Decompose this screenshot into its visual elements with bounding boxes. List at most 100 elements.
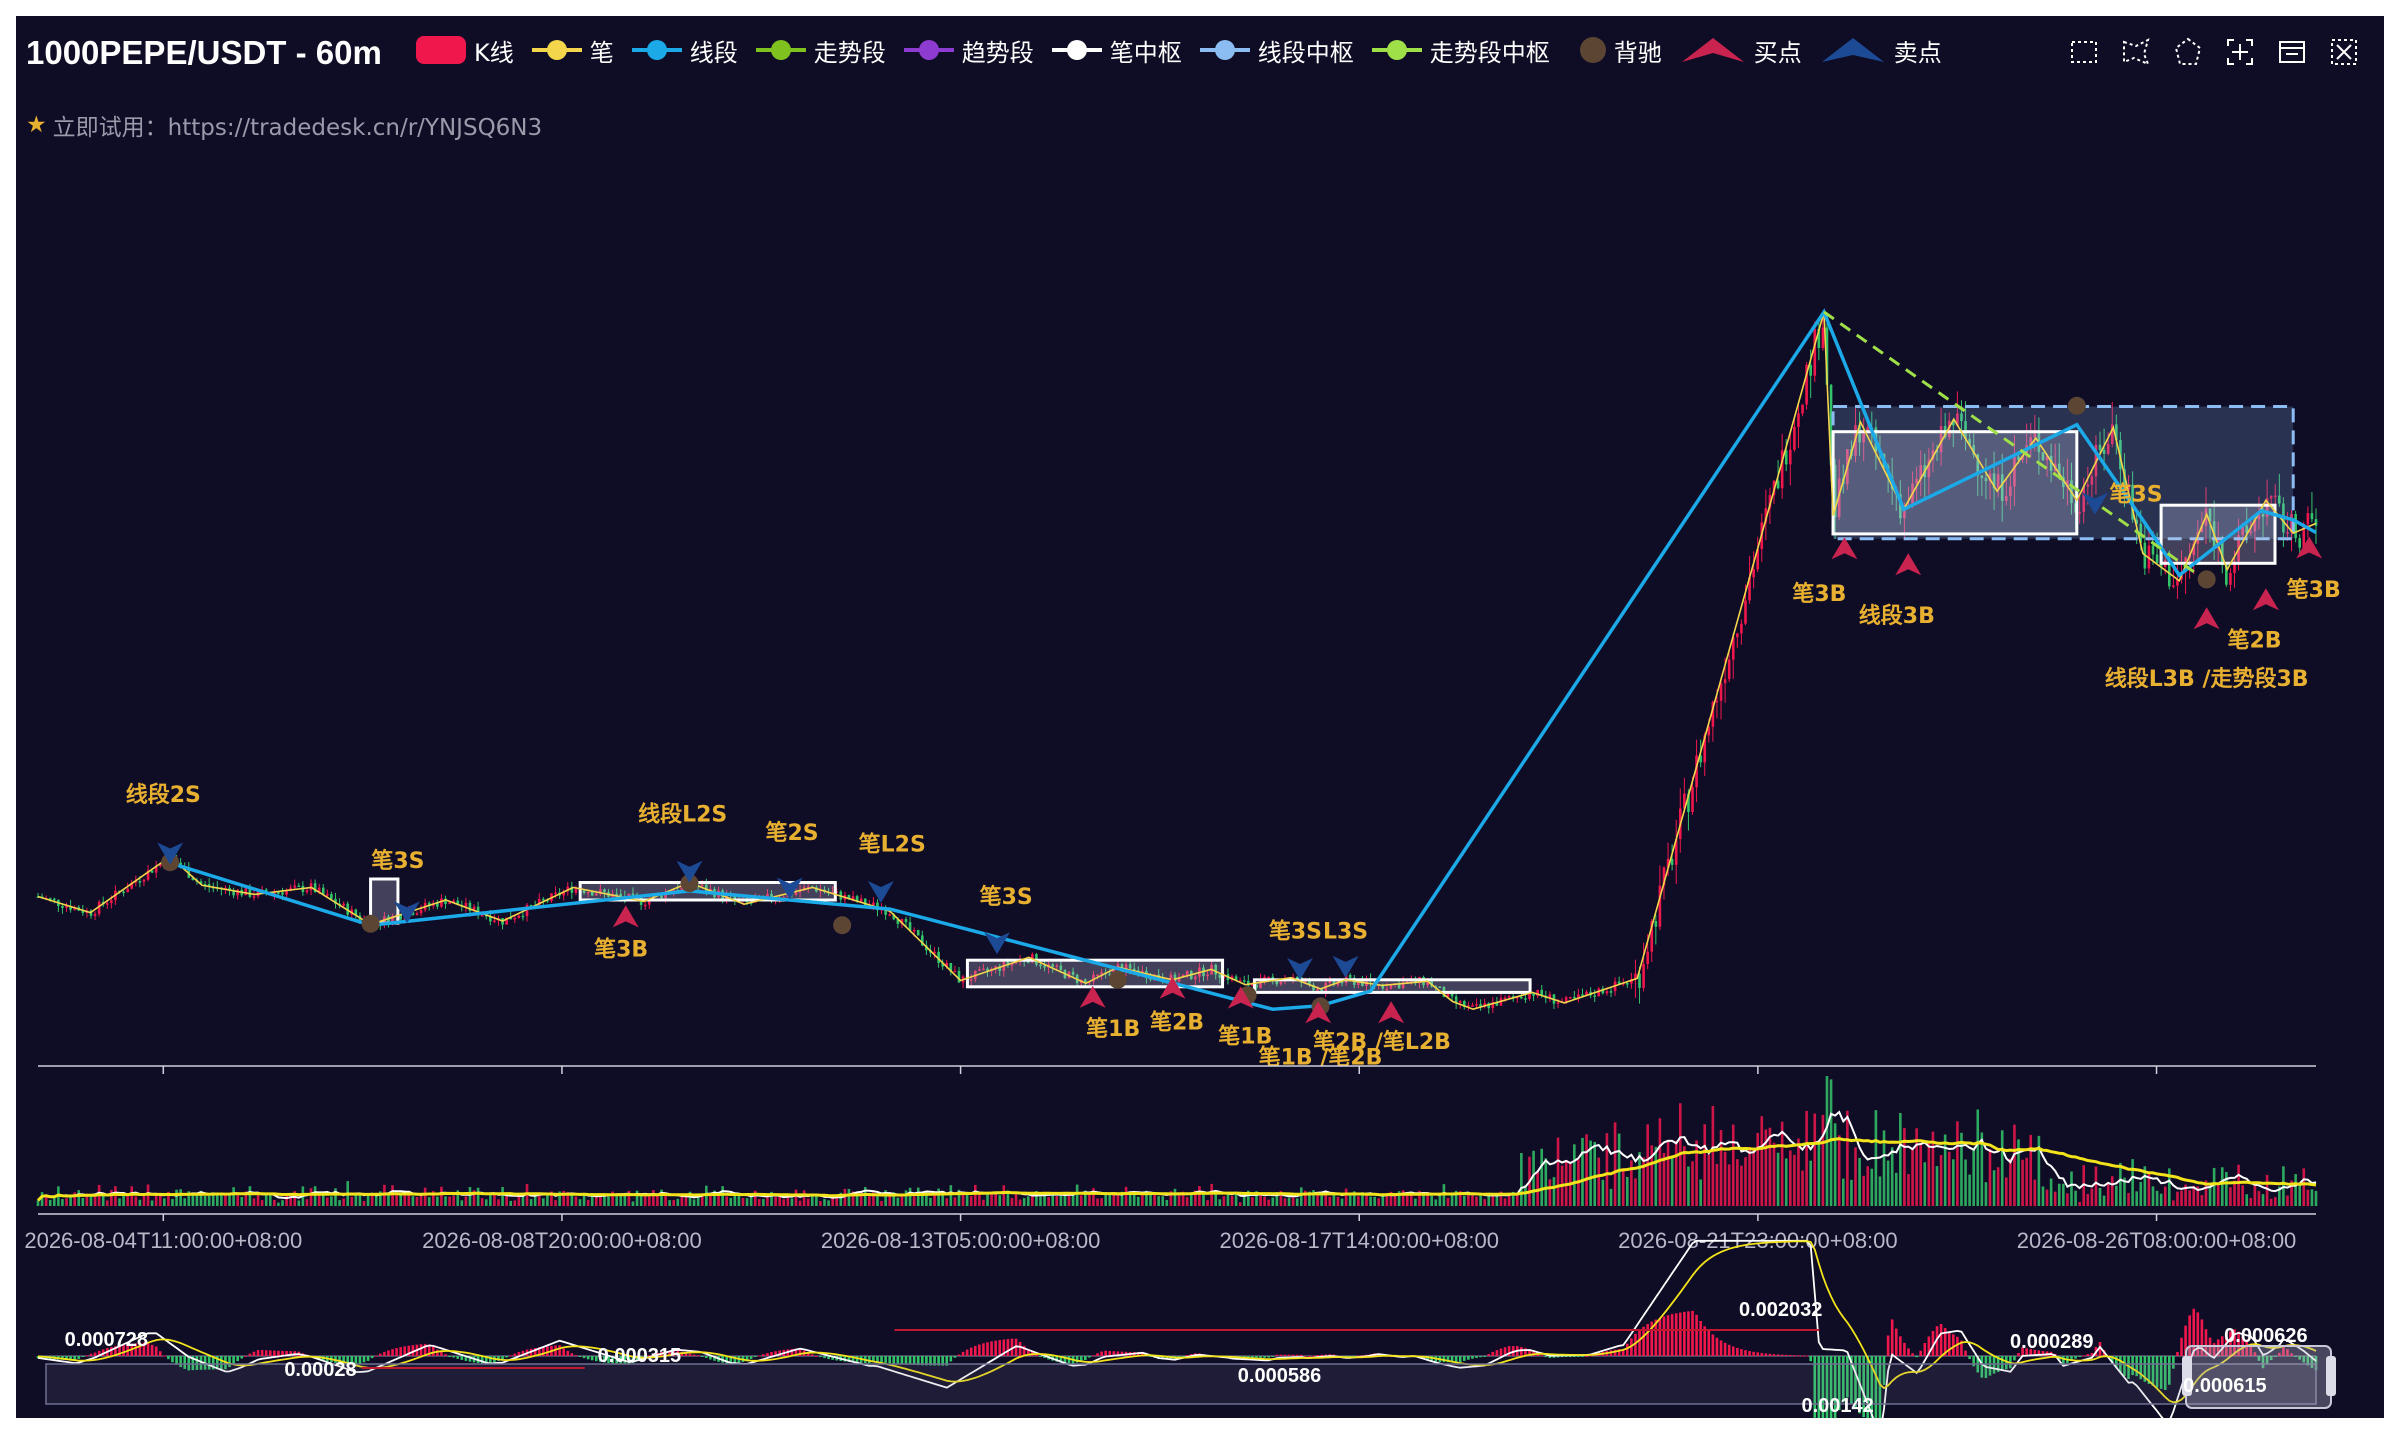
volume-bar bbox=[1858, 1157, 1861, 1206]
volume-bar bbox=[542, 1198, 545, 1206]
volume-bar bbox=[1870, 1168, 1874, 1206]
volume-bar bbox=[387, 1194, 390, 1206]
volume-bar bbox=[2000, 1130, 2004, 1206]
volume-bar bbox=[1654, 1146, 1658, 1206]
legend-item[interactable]: 线段 bbox=[631, 33, 738, 68]
volume-bar bbox=[1198, 1186, 1201, 1206]
volume-bar bbox=[497, 1199, 500, 1206]
buy-point-marker bbox=[2193, 607, 2220, 630]
legend-item[interactable]: 趋势段 bbox=[903, 33, 1034, 68]
macd-histogram-bar bbox=[762, 1354, 765, 1356]
volume-bar bbox=[1210, 1183, 1213, 1206]
volume-bar bbox=[1789, 1150, 1792, 1206]
legend-swatch bbox=[1579, 37, 1606, 63]
macd-histogram-bar bbox=[431, 1346, 435, 1356]
lasso-select-icon[interactable] bbox=[2120, 36, 2152, 68]
volume-bar bbox=[1695, 1140, 1698, 1206]
legend-swatch bbox=[1821, 38, 1884, 62]
macd-histogram-bar bbox=[1275, 1354, 1279, 1356]
macd-histogram-bar bbox=[1039, 1356, 1042, 1357]
volume-bar bbox=[297, 1200, 301, 1206]
volume-bar bbox=[2155, 1190, 2159, 1206]
volume-bar bbox=[216, 1194, 219, 1206]
legend-item[interactable]: 笔 bbox=[531, 33, 614, 68]
volume-bar bbox=[912, 1196, 916, 1206]
volume-bar bbox=[1943, 1134, 1947, 1206]
volume-bar bbox=[986, 1192, 989, 1206]
polygon-select-icon[interactable] bbox=[2172, 36, 2204, 68]
macd-histogram-bar bbox=[1316, 1355, 1319, 1357]
volume-bar bbox=[737, 1194, 741, 1206]
volume-bar bbox=[2310, 1189, 2314, 1206]
macd-histogram-bar bbox=[1744, 1350, 1747, 1356]
candle-body bbox=[1520, 996, 1523, 999]
candle-body bbox=[1458, 1001, 1462, 1003]
legend-label: 笔中枢 bbox=[1109, 38, 1182, 67]
macd-value-label: 0.00028 bbox=[284, 1359, 356, 1381]
volume-bar bbox=[1947, 1151, 1951, 1206]
volume-bar bbox=[2306, 1189, 2310, 1206]
candle-body bbox=[293, 885, 297, 888]
volume-bar bbox=[268, 1194, 272, 1206]
legend-label: 趋势段 bbox=[961, 38, 1034, 67]
zoom-select-icon[interactable] bbox=[2068, 36, 2100, 68]
macd-histogram-bar bbox=[260, 1349, 264, 1356]
legend-item[interactable]: K线 bbox=[416, 33, 514, 68]
candle-body bbox=[1593, 995, 1597, 997]
macd-histogram-bar bbox=[452, 1356, 455, 1358]
macd-histogram-bar bbox=[1458, 1356, 1462, 1363]
volume-bar bbox=[1760, 1116, 1764, 1206]
volume-bar bbox=[2261, 1194, 2265, 1206]
volume-bar bbox=[1177, 1194, 1181, 1206]
volume-bar bbox=[2225, 1172, 2228, 1206]
volume-bar bbox=[436, 1196, 439, 1206]
legend-item[interactable]: 买点 bbox=[1680, 33, 1802, 68]
volume-bar bbox=[105, 1200, 109, 1206]
volume-bar bbox=[1687, 1166, 1690, 1206]
macd-histogram-bar bbox=[1805, 1355, 1808, 1357]
legend-item[interactable]: 笔中枢 bbox=[1051, 33, 1182, 68]
macd-histogram-bar bbox=[1271, 1356, 1275, 1357]
volume-bar bbox=[1267, 1199, 1270, 1206]
legend-item[interactable]: 走势段中枢 bbox=[1371, 33, 1550, 68]
candle-body bbox=[342, 903, 345, 906]
promo-link[interactable]: ★ 立即试用：https://tradedesk.cn/r/YNJSQ6N3 bbox=[26, 108, 542, 142]
volume-bar bbox=[1524, 1185, 1527, 1206]
macd-histogram-bar bbox=[1096, 1353, 1099, 1356]
volume-bar bbox=[138, 1199, 142, 1206]
volume-bar bbox=[1051, 1195, 1055, 1206]
data-view-icon[interactable] bbox=[2276, 36, 2308, 68]
candle-body bbox=[2155, 554, 2159, 563]
volume-bar bbox=[521, 1195, 525, 1206]
candle-body bbox=[1752, 569, 1755, 578]
legend-item[interactable]: 走势段 bbox=[755, 33, 886, 68]
volume-bar bbox=[2172, 1200, 2175, 1206]
volume-bar bbox=[1026, 1196, 1030, 1206]
volume-bar bbox=[399, 1194, 402, 1206]
volume-bar bbox=[994, 1192, 997, 1206]
volume-bar bbox=[1373, 1196, 1376, 1206]
volume-bar bbox=[949, 1185, 953, 1206]
zoom-reset-icon[interactable] bbox=[2224, 36, 2256, 68]
macd-value-label: 0.002032 bbox=[1739, 1299, 1822, 1321]
volume-bar bbox=[2241, 1185, 2244, 1206]
volume-bar bbox=[1837, 1135, 1841, 1206]
legend-item[interactable]: 卖点 bbox=[1820, 33, 1942, 68]
chart-canvas[interactable]: 线段2S笔3S笔3B线段L2S笔2S 笔L2S笔3S笔1B 笔2B笔1B笔1B /笔… bbox=[16, 16, 2384, 1418]
macd-histogram-bar bbox=[1678, 1312, 1682, 1356]
volume-bar bbox=[684, 1196, 688, 1206]
volume-bar bbox=[2220, 1167, 2224, 1206]
volume-bar bbox=[1238, 1202, 1242, 1206]
volume-bar bbox=[484, 1199, 488, 1206]
volume-bar bbox=[1039, 1196, 1042, 1206]
volume-bar bbox=[309, 1188, 313, 1206]
volume-bar bbox=[815, 1195, 818, 1206]
legend-item[interactable]: 背驰 bbox=[1568, 33, 1662, 68]
legend-item[interactable]: 线段中枢 bbox=[1199, 33, 1354, 68]
macd-histogram-bar bbox=[1789, 1355, 1792, 1357]
volume-bar bbox=[969, 1196, 973, 1206]
macd-value-label: 0.00142 bbox=[1801, 1395, 1873, 1417]
clear-select-icon[interactable] bbox=[2328, 36, 2360, 68]
candle-body bbox=[1789, 449, 1792, 465]
candle-body bbox=[1626, 983, 1629, 985]
